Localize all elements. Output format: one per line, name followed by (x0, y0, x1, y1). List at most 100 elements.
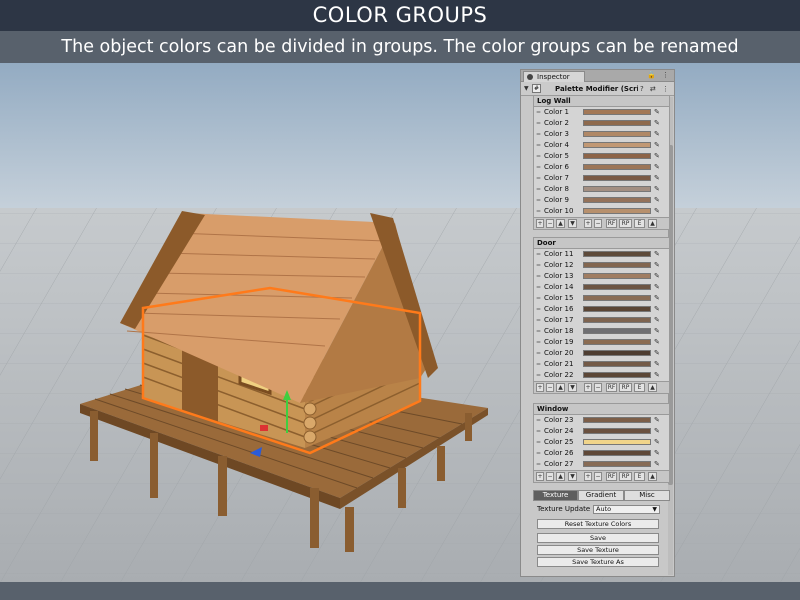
group-footer-button[interactable]: − (546, 383, 554, 392)
color-swatch[interactable] (583, 273, 651, 279)
color-swatch[interactable] (583, 361, 651, 367)
eyedropper-icon[interactable]: ✎ (654, 316, 660, 325)
color-swatch[interactable] (583, 197, 651, 203)
group-footer-button[interactable]: − (546, 219, 554, 228)
drag-handle-icon[interactable]: = (536, 285, 541, 291)
color-swatch[interactable] (583, 251, 651, 257)
eyedropper-icon[interactable]: ✎ (654, 261, 660, 270)
group-footer-button[interactable]: + (584, 383, 592, 392)
drag-handle-icon[interactable]: = (536, 154, 541, 160)
eyedropper-icon[interactable]: ✎ (654, 174, 660, 183)
lock-icon[interactable]: 🔒 ⋮ (647, 71, 671, 79)
group-footer-button[interactable]: RF (606, 219, 617, 228)
color-row[interactable]: = Color 2 ✎ (534, 118, 669, 129)
eyedropper-icon[interactable]: ✎ (654, 427, 660, 436)
color-row[interactable]: = Color 23 ✎ (534, 415, 669, 426)
color-swatch[interactable] (583, 186, 651, 192)
group-footer-button[interactable]: E (634, 383, 645, 392)
color-swatch[interactable] (583, 131, 651, 137)
color-swatch[interactable] (583, 450, 651, 456)
eyedropper-icon[interactable]: ✎ (654, 272, 660, 281)
group-footer-button[interactable]: + (536, 219, 544, 228)
group-footer-button[interactable]: ▲ (556, 219, 565, 228)
eyedropper-icon[interactable]: ✎ (654, 141, 660, 150)
color-swatch[interactable] (583, 153, 651, 159)
save-texture-button[interactable]: Save Texture (537, 545, 659, 555)
group-footer-button[interactable]: ▲ (648, 472, 657, 481)
eyedropper-icon[interactable]: ✎ (654, 360, 660, 369)
tab-inspector[interactable]: Inspector (523, 71, 585, 82)
color-row[interactable]: = Color 25 ✎ (534, 437, 669, 448)
eyedropper-icon[interactable]: ✎ (654, 371, 660, 380)
group-footer-button[interactable]: RP (619, 219, 632, 228)
drag-handle-icon[interactable]: = (536, 462, 541, 468)
group-footer-button[interactable]: ▲ (648, 219, 657, 228)
group-footer-button[interactable]: RP (619, 472, 632, 481)
color-row[interactable]: = Color 27 ✎ (534, 459, 669, 470)
eyedropper-icon[interactable]: ✎ (654, 338, 660, 347)
group-footer-button[interactable]: − (546, 472, 554, 481)
group-footer-button[interactable]: ▲ (648, 383, 657, 392)
color-swatch[interactable] (583, 142, 651, 148)
color-row[interactable]: = Color 13 ✎ (534, 271, 669, 282)
color-swatch[interactable] (583, 262, 651, 268)
eyedropper-icon[interactable]: ✎ (654, 163, 660, 172)
color-swatch[interactable] (583, 175, 651, 181)
group-footer-button[interactable]: E (634, 219, 645, 228)
group-footer-button[interactable]: + (536, 472, 544, 481)
group-footer-button[interactable]: − (594, 219, 602, 228)
group-footer-button[interactable]: ▼ (568, 219, 577, 228)
color-row[interactable]: = Color 24 ✎ (534, 426, 669, 437)
color-swatch[interactable] (583, 328, 651, 334)
group-footer-button[interactable]: ▼ (568, 383, 577, 392)
component-menu-icon[interactable]: ? ⇄ ⋮ (637, 83, 671, 95)
color-row[interactable]: = Color 7 ✎ (534, 173, 669, 184)
drag-handle-icon[interactable]: = (536, 187, 541, 193)
eyedropper-icon[interactable]: ✎ (654, 294, 660, 303)
eyedropper-icon[interactable]: ✎ (654, 327, 660, 336)
eyedropper-icon[interactable]: ✎ (654, 283, 660, 292)
eyedropper-icon[interactable]: ✎ (654, 130, 660, 139)
color-row[interactable]: = Color 1 ✎ (534, 107, 669, 118)
component-header[interactable]: ▼ # Palette Modifier (Script ? ⇄ ⋮ (521, 82, 674, 96)
drag-handle-icon[interactable]: = (536, 132, 541, 138)
eyedropper-icon[interactable]: ✎ (654, 438, 660, 447)
color-row[interactable]: = Color 3 ✎ (534, 129, 669, 140)
group-footer-button[interactable]: ▲ (556, 472, 565, 481)
color-swatch[interactable] (583, 317, 651, 323)
group-footer-button[interactable]: + (536, 383, 544, 392)
color-swatch[interactable] (583, 284, 651, 290)
eyedropper-icon[interactable]: ✎ (654, 152, 660, 161)
group-footer-button[interactable]: ▼ (568, 472, 577, 481)
drag-handle-icon[interactable]: = (536, 451, 541, 457)
color-row[interactable]: = Color 15 ✎ (534, 293, 669, 304)
eyedropper-icon[interactable]: ✎ (654, 460, 660, 469)
color-row[interactable]: = Color 22 ✎ (534, 370, 669, 381)
color-row[interactable]: = Color 11 ✎ (534, 249, 669, 260)
drag-handle-icon[interactable]: = (536, 274, 541, 280)
eyedropper-icon[interactable]: ✎ (654, 196, 660, 205)
group-footer-button[interactable]: + (584, 472, 592, 481)
drag-handle-icon[interactable]: = (536, 318, 541, 324)
color-group-name[interactable]: Window (534, 404, 669, 415)
group-footer-button[interactable]: − (594, 383, 602, 392)
color-row[interactable]: = Color 12 ✎ (534, 260, 669, 271)
drag-handle-icon[interactable]: = (536, 143, 541, 149)
color-row[interactable]: = Color 19 ✎ (534, 337, 669, 348)
eyedropper-icon[interactable]: ✎ (654, 305, 660, 314)
tab-gradient[interactable]: Gradient (578, 490, 624, 501)
drag-handle-icon[interactable]: = (536, 440, 541, 446)
color-row[interactable]: = Color 9 ✎ (534, 195, 669, 206)
drag-handle-icon[interactable]: = (536, 351, 541, 357)
drag-handle-icon[interactable]: = (536, 121, 541, 127)
color-row[interactable]: = Color 4 ✎ (534, 140, 669, 151)
color-swatch[interactable] (583, 350, 651, 356)
texture-update-dropdown[interactable]: Auto ▼ (593, 505, 660, 514)
color-row[interactable]: = Color 14 ✎ (534, 282, 669, 293)
color-group-name[interactable]: Log Wall (534, 96, 669, 107)
color-swatch[interactable] (583, 295, 651, 301)
color-swatch[interactable] (583, 109, 651, 115)
eyedropper-icon[interactable]: ✎ (654, 250, 660, 259)
color-row[interactable]: = Color 17 ✎ (534, 315, 669, 326)
reset-texture-colors-button[interactable]: Reset Texture Colors (537, 519, 659, 529)
